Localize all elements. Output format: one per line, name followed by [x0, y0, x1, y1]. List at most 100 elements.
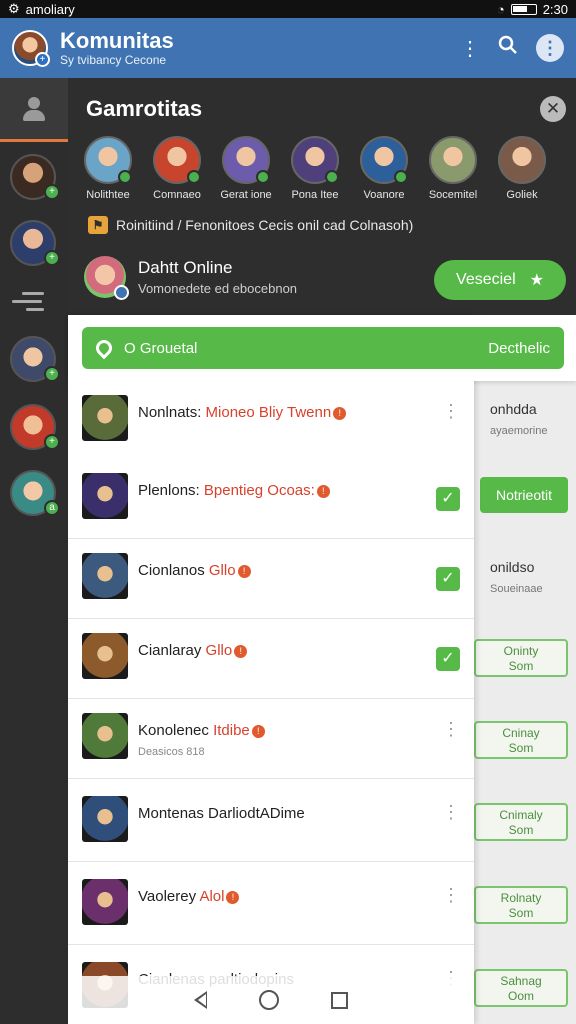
- status-bar: ⚙ amoliary ◔ 2:30: [0, 0, 576, 18]
- carrier-label: amoliary: [25, 1, 75, 17]
- item-title: Nonlnats: Mioneo Bliy Twenn!: [138, 404, 347, 421]
- friend-item[interactable]: Goliek: [494, 136, 550, 201]
- wifi-icon: ◔: [496, 1, 505, 17]
- community-join-button[interactable]: Oninty Som: [474, 639, 568, 677]
- rail-avatar-2[interactable]: +: [10, 220, 60, 266]
- left-rail: + + + + a: [0, 78, 68, 1024]
- check-icon[interactable]: ✓: [436, 567, 460, 591]
- search-right-label[interactable]: Decthelic: [488, 340, 550, 357]
- community-join-button[interactable]: Cninay Som: [474, 721, 568, 759]
- friend-item[interactable]: Socemitel: [425, 136, 481, 201]
- item-subtitle: Deasicos 818: [138, 746, 205, 758]
- list-item[interactable]: Nonlnats: Mioneo Bliy Twenn! ⋮: [68, 381, 474, 461]
- friend-name: Voanore: [363, 189, 405, 201]
- rc-row1-sub: ayaemorine: [490, 425, 548, 437]
- friend-item[interactable]: Voanore: [356, 136, 412, 201]
- avatar: [360, 136, 408, 184]
- rail-avatar-1[interactable]: +: [10, 154, 60, 200]
- star-icon: ★: [529, 272, 544, 289]
- community-avatar[interactable]: +: [12, 30, 50, 67]
- online-badge: [325, 170, 339, 184]
- online-title: Dahtt Online: [138, 258, 233, 277]
- rail-avatar-3[interactable]: +: [10, 336, 60, 382]
- home-icon[interactable]: [259, 990, 279, 1010]
- game-thumbnail: [82, 633, 128, 679]
- game-thumbnail: [82, 553, 128, 599]
- join-label: Sahnag: [500, 974, 542, 988]
- friend-name: Gerat ione: [220, 189, 272, 201]
- accept-button[interactable]: Veseciel ★: [434, 260, 566, 300]
- join-count: Oom: [507, 989, 534, 1003]
- friend-item[interactable]: Pona Itee: [287, 136, 343, 201]
- list-item[interactable]: Cianlaray Gllo! ✓: [68, 619, 474, 699]
- search-icon[interactable]: [498, 35, 518, 61]
- more-vert-icon[interactable]: ⋮: [442, 886, 460, 904]
- battery-icon: [510, 3, 537, 15]
- community-join-button[interactable]: Cnimaly Som: [474, 803, 568, 841]
- item-accent: Mioneo Bliy: [205, 404, 284, 421]
- list-item[interactable]: Vaolerey Alol! ⋮: [68, 865, 474, 945]
- rc-row3-sub: Soueinaae: [490, 583, 543, 595]
- list-item[interactable]: Cionlanos Gllo! ✓: [68, 539, 474, 619]
- more-vert-icon[interactable]: ⋮: [442, 720, 460, 738]
- search-wrap: O Grouetal Decthelic: [68, 315, 576, 381]
- list-item[interactable]: Konolenec Itdibe! Deasicos 818 ⋮: [68, 699, 474, 779]
- avatar: [429, 136, 477, 184]
- friends-row: Nolithtee Comnaeo Gerat ione Pona Itee Voano…: [80, 136, 550, 201]
- location-icon: [92, 336, 116, 360]
- app-bar: + Komunitas Sy tvibancy Cecone ⋮ ⋮: [0, 18, 576, 78]
- friend-item[interactable]: Comnaeo: [149, 136, 205, 201]
- item-title: Plenlons: Bpentieg Ocoas:!: [138, 482, 330, 499]
- item-title: Vaolerey Alol!: [138, 888, 240, 905]
- info-icon[interactable]: ⋮: [536, 34, 564, 62]
- game-thumbnail: [82, 395, 128, 441]
- join-label: Cnimaly: [499, 808, 543, 822]
- notice-icon: ⚑: [88, 216, 108, 234]
- notify-button[interactable]: Notrieotit: [480, 477, 568, 513]
- person-icon: [20, 95, 48, 123]
- community-panel: Gamrotitas ✕ Nolithtee Comnaeo Gerat ione P…: [68, 78, 576, 315]
- item-accent: Itdibe: [213, 722, 250, 739]
- item-prefix: Montenas: [138, 805, 204, 822]
- item-title: Cionlanos Gllo!: [138, 562, 251, 579]
- status-dot: [114, 285, 129, 300]
- check-icon[interactable]: ✓: [436, 487, 460, 511]
- item-accent-2: Twenn: [287, 404, 332, 421]
- community-join-button[interactable]: Sahnag Oom: [474, 969, 568, 1007]
- community-join-button[interactable]: Rolnaty Som: [474, 886, 568, 924]
- friend-item[interactable]: Gerat ione: [218, 136, 274, 201]
- online-user[interactable]: Dahtt Online Vomonedete ed ebocebnon: [84, 256, 298, 300]
- list-item[interactable]: Montenas DarliodtADime ⋮: [68, 782, 474, 862]
- alert-icon: !: [251, 724, 265, 738]
- friend-item[interactable]: Nolithtee: [80, 136, 136, 201]
- list-item[interactable]: Plenlons: Bpentieg Ocoas:! ✓: [68, 459, 474, 539]
- add-icon: +: [44, 366, 60, 382]
- avatar: [222, 136, 270, 184]
- profile-tab[interactable]: [0, 78, 68, 142]
- recents-icon[interactable]: [331, 991, 348, 1009]
- join-count: Som: [508, 906, 534, 920]
- add-icon: +: [44, 434, 60, 450]
- item-accent: Gllo: [205, 642, 233, 659]
- search-input[interactable]: O Grouetal Decthelic: [82, 327, 564, 369]
- online-badge: [256, 170, 270, 184]
- online-badge: [394, 170, 408, 184]
- item-title: Konolenec Itdibe!: [138, 722, 265, 739]
- more-vert-icon[interactable]: ⋮: [442, 803, 460, 821]
- more-vert-icon[interactable]: ⋮: [442, 402, 460, 420]
- filter-icon[interactable]: [12, 290, 48, 314]
- check-icon[interactable]: ✓: [436, 647, 460, 671]
- online-badge: [118, 170, 132, 184]
- alert-icon: !: [226, 890, 240, 904]
- navigation-bar: [68, 976, 474, 1024]
- item-accent: Gllo: [208, 562, 236, 579]
- notice-text: Roinitiind / Fenonitoes Cecis onil cad C…: [116, 217, 414, 233]
- online-subtitle: Vomonedete ed ebocebnon: [138, 281, 298, 296]
- back-icon[interactable]: [194, 991, 207, 1009]
- item-prefix: Plenlons:: [138, 482, 200, 499]
- add-icon: +: [44, 250, 60, 266]
- rail-avatar-4[interactable]: +: [10, 404, 60, 450]
- more-vert-icon[interactable]: ⋮: [460, 36, 480, 61]
- close-icon[interactable]: ✕: [540, 96, 566, 122]
- rail-avatar-5[interactable]: a: [10, 470, 60, 516]
